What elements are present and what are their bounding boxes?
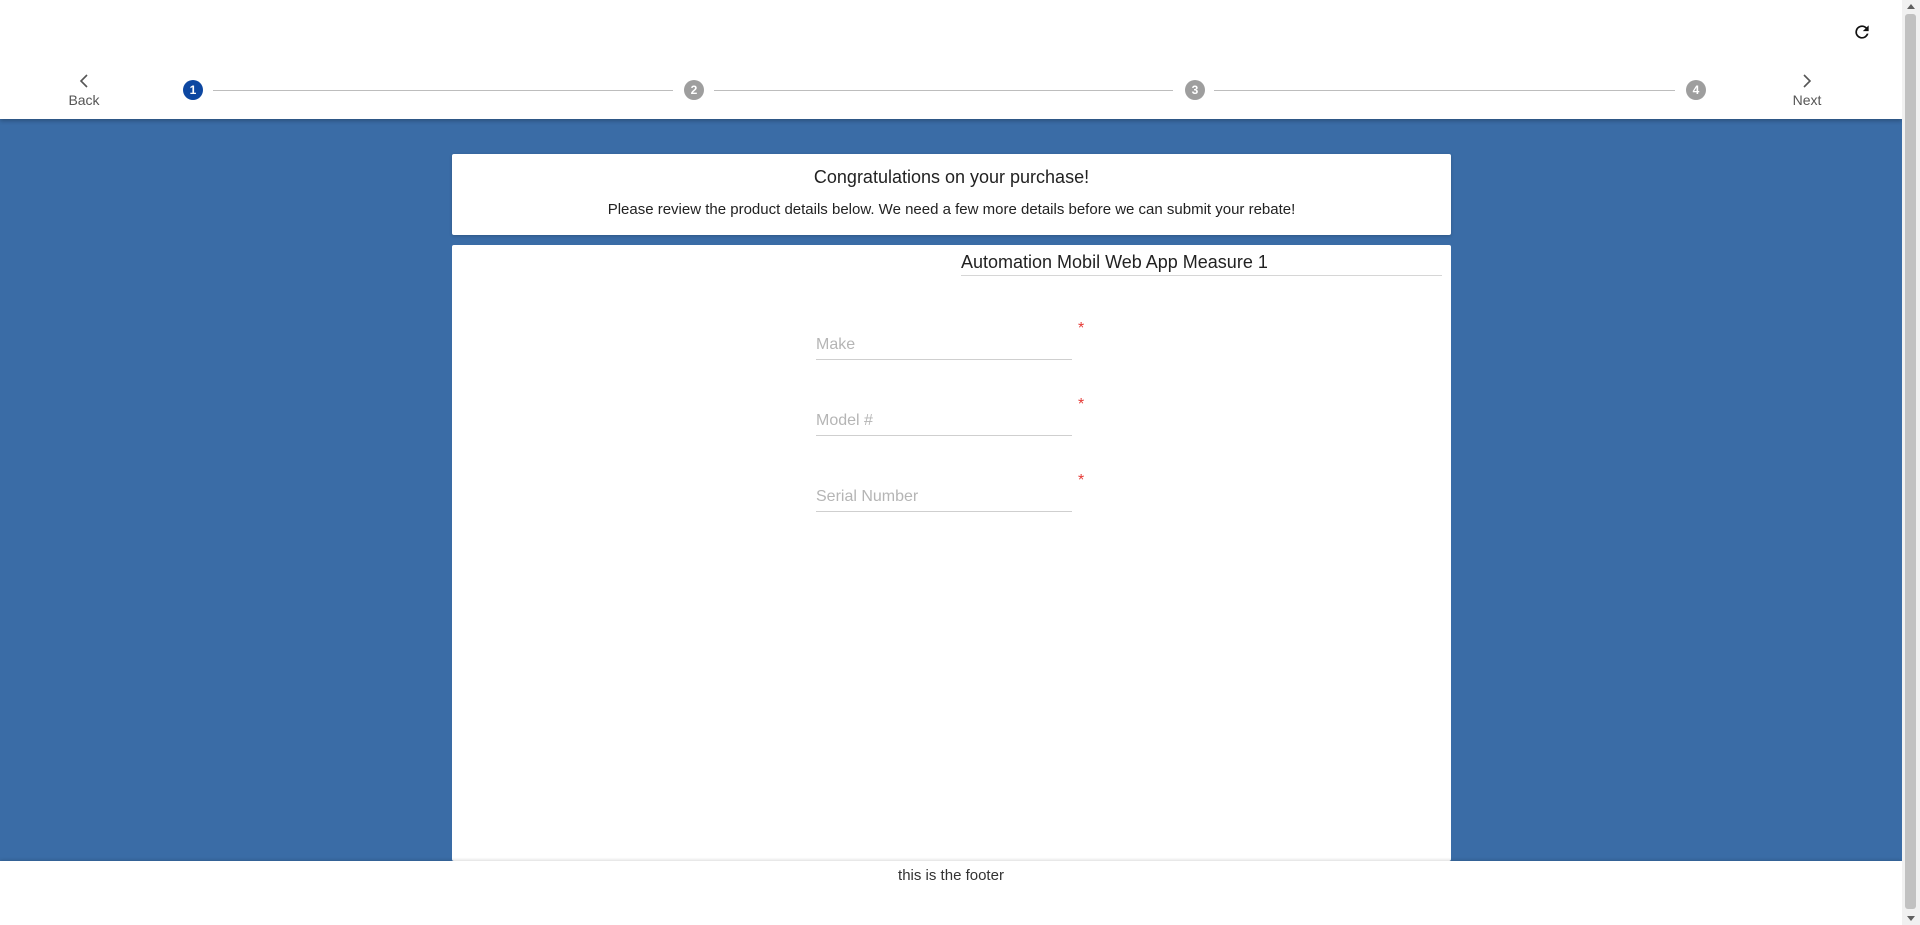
next-label: Next [1792, 92, 1822, 108]
footer-text: this is the footer [898, 867, 1004, 884]
product-details-card: Automation Mobil Web App Measure 1 * * * [452, 245, 1451, 861]
chevron-left-icon [54, 74, 114, 90]
model-number-input[interactable] [816, 407, 1072, 436]
step-2[interactable]: 2 [684, 80, 704, 100]
required-marker: * [1078, 396, 1085, 413]
vertical-scrollbar[interactable] [1902, 0, 1920, 925]
page-subtitle: Please review the product details below.… [607, 201, 1296, 218]
step-3[interactable]: 3 [1185, 80, 1205, 100]
step-1[interactable]: 1 [183, 80, 203, 100]
page-title: Congratulations on your purchase! [813, 167, 1090, 187]
congratulations-card: Congratulations on your purchase! Please… [452, 154, 1451, 235]
step-connector [213, 90, 673, 91]
scrollbar-thumb[interactable] [1905, 14, 1916, 909]
scroll-up-arrow[interactable] [1907, 4, 1915, 9]
model-field: * [816, 396, 1084, 436]
required-marker: * [1078, 320, 1085, 337]
step-connector [1214, 90, 1675, 91]
step-4[interactable]: 4 [1686, 80, 1706, 100]
serial-field: * [816, 472, 1084, 512]
product-title: Automation Mobil Web App Measure 1 [961, 252, 1442, 276]
back-button[interactable]: Back [54, 74, 114, 108]
refresh-icon [1855, 25, 1869, 39]
serial-number-input[interactable] [816, 483, 1072, 512]
step-connector [714, 90, 1173, 91]
top-navigation-bar: Back 1 2 3 4 Next [0, 0, 1902, 119]
next-button[interactable]: Next [1777, 74, 1837, 108]
back-label: Back [68, 92, 100, 108]
footer: this is the footer [0, 861, 1902, 925]
progress-stepper: 1 2 3 4 [183, 80, 1706, 100]
required-marker: * [1078, 472, 1085, 489]
make-field: * [816, 320, 1084, 360]
make-input[interactable] [816, 331, 1072, 360]
chevron-right-icon [1777, 74, 1837, 90]
refresh-button[interactable] [1850, 20, 1874, 44]
scroll-down-arrow[interactable] [1907, 916, 1915, 921]
